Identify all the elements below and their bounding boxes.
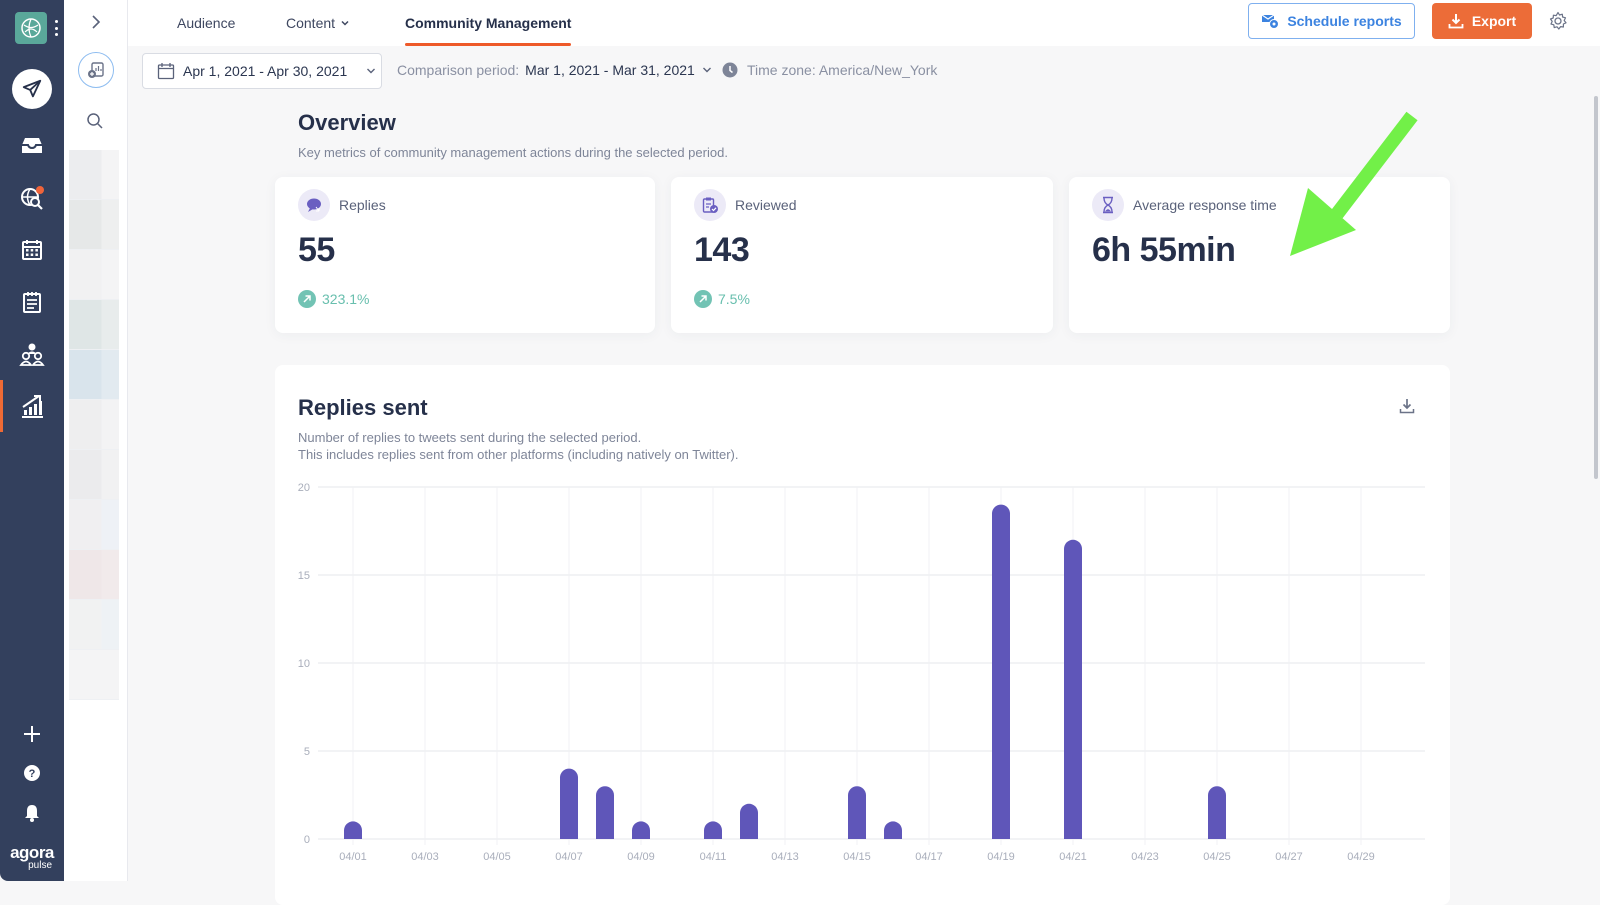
add-report-button[interactable] [78,52,114,88]
paper-plane-icon [22,79,42,98]
chevron-down-icon [341,20,349,26]
chevron-down-icon [702,67,711,73]
speech-bubble-icon [298,189,330,221]
trend-up-icon [694,290,712,308]
sidebar-item-publish[interactable] [12,69,52,109]
comparison-period-selector[interactable]: Comparison period: Mar 1, 2021 - Mar 31,… [397,62,713,78]
notepad-icon [23,292,41,313]
kebab-menu-icon[interactable] [54,20,58,36]
metric-label: Average response time [1133,197,1277,213]
replies-sent-card: Replies sent Number of replies to tweets… [275,365,1450,905]
chevron-down-icon [367,68,376,74]
chart-subtitle: Number of replies to tweets sent during … [298,430,739,462]
metric-card-reviewed: Reviewed 143 7.5% [671,177,1053,333]
date-range-picker[interactable]: Apr 1, 2021 - Apr 30, 2021 [142,53,382,89]
notification-badge [36,186,44,194]
plus-icon [24,726,40,742]
download-icon [1399,399,1415,414]
active-indicator [0,380,3,432]
metric-value: 6h 55min [1092,231,1236,269]
report-list-panel [64,0,128,881]
sidebar-item-notifications[interactable] [12,793,52,833]
metric-change: 323.1% [298,290,369,308]
sidebar-item-listening[interactable] [12,178,52,218]
envelope-clock-icon [1261,14,1280,29]
metric-value: 143 [694,231,750,269]
clipboard-check-icon [694,189,726,221]
svg-text:?: ? [29,768,36,780]
expand-chevron-icon[interactable] [86,12,106,32]
hourglass-icon [1092,189,1124,221]
tab-audience[interactable]: Audience [177,0,235,46]
calendar-icon [157,63,175,80]
overview-subtitle: Key metrics of community management acti… [298,145,728,160]
metric-card-replies: Replies 55 323.1% [275,177,655,333]
chart-icon [22,395,43,418]
sidebar-item-add[interactable] [12,714,52,754]
blurred-report-list [69,150,119,700]
overview-title: Overview [298,110,396,135]
download-chart-button[interactable] [1398,397,1418,417]
trend-up-icon [298,290,316,308]
metric-card-average-response-time: Average response time 6h 55min [1069,177,1450,333]
timezone-display: Time zone: America/New_York [722,62,937,78]
agorapulse-logo: agora pulse [10,843,54,871]
tab-community-management[interactable]: Community Management [405,0,572,46]
search-icon[interactable] [86,112,106,132]
chart-title: Replies sent [298,395,428,420]
sidebar-item-calendar[interactable] [12,230,52,270]
calendar-icon [22,240,42,260]
metric-value: 55 [298,231,335,269]
scrollbar-thumb[interactable] [1594,96,1598,479]
sidebar-item-planner[interactable] [12,282,52,322]
question-icon: ? [24,765,40,781]
sidebar-item-reports[interactable] [12,386,52,426]
bell-icon [25,805,39,822]
inbox-tray-icon [22,138,42,153]
tab-content[interactable]: Content [286,0,350,46]
sidebar-item-inbox[interactable] [12,126,52,166]
schedule-reports-button[interactable]: Schedule reports [1248,3,1415,39]
metric-label: Reviewed [735,197,797,213]
workspace-logo[interactable] [15,12,47,44]
add-report-icon [88,62,104,78]
gear-icon[interactable] [1548,11,1568,31]
clock-icon [722,62,738,78]
download-icon [1448,14,1464,29]
users-icon [19,343,45,366]
main-sidebar: ? agora pulse [0,0,64,881]
metric-label: Replies [339,197,386,213]
globe-search-icon [21,186,44,210]
metric-change: 7.5% [694,290,750,308]
export-button[interactable]: Export [1432,3,1532,39]
globe-logo-icon [21,18,41,38]
sidebar-item-team[interactable] [12,334,52,374]
sidebar-item-help[interactable]: ? [12,753,52,793]
